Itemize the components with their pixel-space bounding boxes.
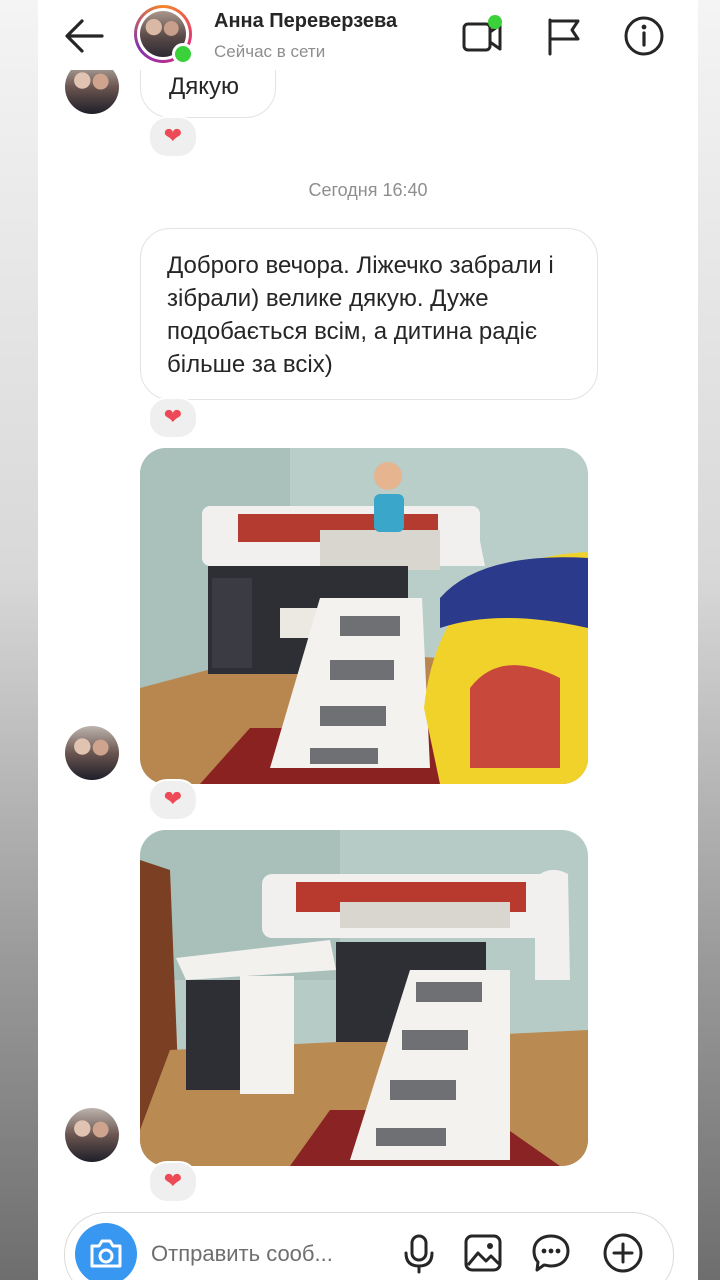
photo-message[interactable] — [140, 830, 588, 1166]
background-right-edge — [698, 0, 720, 1280]
arrow-left-icon — [65, 19, 104, 53]
back-button[interactable] — [62, 16, 106, 56]
info-icon — [624, 16, 664, 56]
contact-avatar[interactable] — [65, 726, 119, 780]
contact-name[interactable]: Анна Переверзева — [214, 10, 397, 33]
chat-bubble-icon — [532, 1234, 570, 1272]
photo-message[interactable] — [140, 448, 588, 784]
add-button[interactable] — [601, 1231, 645, 1275]
sticker-button[interactable] — [529, 1231, 573, 1275]
microphone-icon — [404, 1234, 434, 1274]
video-camera-icon — [462, 15, 502, 52]
video-call-button[interactable] — [460, 14, 504, 58]
voice-message-button[interactable] — [397, 1231, 441, 1275]
message-bubble[interactable]: Доброго вечора. Ліжечко забрали і зібрал… — [140, 228, 598, 400]
contact-avatar[interactable] — [65, 1108, 119, 1162]
reaction-badge[interactable]: ❤ — [148, 116, 198, 158]
camera-button[interactable] — [75, 1223, 137, 1280]
info-button[interactable] — [622, 14, 666, 58]
message-input[interactable] — [151, 1237, 383, 1271]
chat-screen: Дякую ❤ Сегодня 16:40 Доброго вечора. Лі… — [38, 0, 698, 1280]
background-left-edge — [0, 0, 38, 1280]
plus-circle-icon — [603, 1233, 643, 1273]
message-composer — [64, 1212, 674, 1280]
message-text: Дякую — [169, 73, 240, 100]
camera-icon — [90, 1239, 122, 1268]
heart-icon: ❤ — [163, 786, 183, 811]
contact-avatar-story-ring[interactable] — [134, 5, 194, 65]
heart-icon: ❤ — [163, 404, 183, 429]
message-timestamp: Сегодня 16:40 — [308, 180, 428, 200]
heart-icon: ❤ — [163, 123, 183, 148]
heart-icon: ❤ — [163, 1168, 183, 1193]
gallery-button[interactable] — [461, 1231, 505, 1275]
chat-header: Анна Переверзева Сейчас в сети — [38, 0, 698, 70]
reaction-badge[interactable]: ❤ — [148, 1161, 198, 1203]
online-indicator — [172, 43, 194, 65]
reaction-badge[interactable]: ❤ — [148, 397, 198, 439]
flag-icon — [548, 18, 580, 56]
image-icon — [464, 1234, 502, 1272]
message-text: Доброго вечора. Ліжечко забрали і зібрал… — [167, 252, 554, 378]
report-button[interactable] — [542, 14, 586, 58]
contact-status: Сейчас в сети — [214, 42, 326, 61]
bunk-bed-photo — [140, 448, 588, 784]
bunk-bed-desk-photo — [140, 830, 588, 1166]
reaction-badge[interactable]: ❤ — [148, 779, 198, 821]
